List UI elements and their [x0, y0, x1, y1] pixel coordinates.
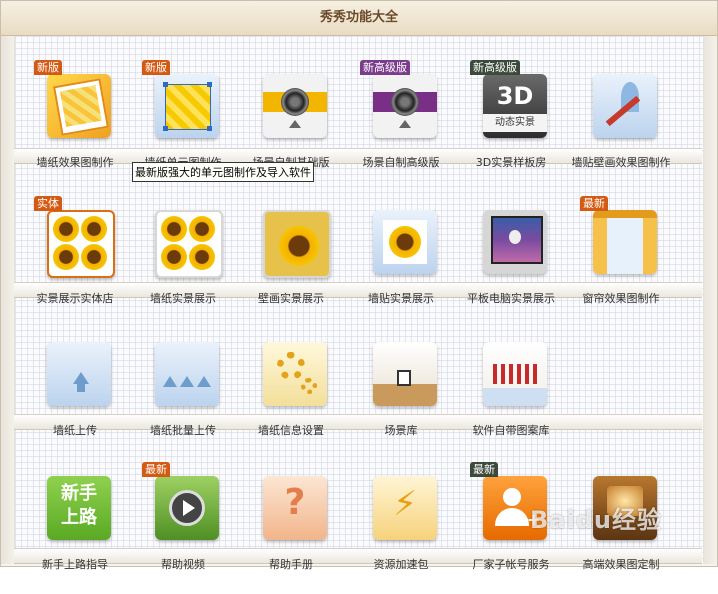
feature-label: 高端效果图定制: [582, 558, 660, 571]
feature-help-video[interactable]: 最新 帮助视频: [128, 462, 238, 594]
feature-store-display[interactable]: 实体 实景展示实体店: [20, 196, 130, 328]
scene-camera-basic-icon: [263, 74, 327, 138]
feature-label: 墙贴实景展示: [368, 292, 434, 305]
beginner-guide-icon: 新手上路: [47, 476, 111, 540]
wallpaper-unit-icon: [155, 74, 219, 138]
feature-tablet-display[interactable]: 平板电脑实景展示: [456, 210, 566, 328]
new-advanced-badge: 新高级版: [470, 60, 520, 75]
wallpaper-upload-icon: [47, 342, 111, 406]
store-display-icon: [47, 210, 115, 278]
mural-display-icon: [263, 210, 331, 278]
feature-wallpaper-effect[interactable]: 新版 墙纸效果图制作: [20, 60, 130, 192]
window-title: 秀秀功能大全: [319, 10, 398, 25]
feature-wallpaper-display[interactable]: 墙纸实景展示: [128, 210, 238, 328]
help-manual-icon: ?: [263, 476, 327, 540]
title-bar: 秀秀功能大全: [1, 1, 717, 36]
beginner-guide-text: 新手上路: [61, 483, 97, 528]
question-mark-glyph: ?: [284, 482, 306, 523]
feature-label: 软件自带图案库: [472, 424, 550, 437]
feature-label: 场景库: [384, 424, 418, 437]
feature-beginner-guide[interactable]: 新手上路 新手上路指导: [20, 476, 130, 594]
new-badge: 新版: [34, 60, 62, 75]
feature-help-manual[interactable]: ? 帮助手册: [236, 476, 346, 594]
scene-camera-advanced-icon: [373, 74, 437, 138]
curtain-effect-icon: [593, 210, 657, 274]
feature-label: 墙纸信息设置: [258, 424, 324, 437]
scene-library-icon: [373, 342, 437, 406]
feature-3d-showroom[interactable]: 新高级版 3D 动态实景 3D实景样板房: [456, 60, 566, 192]
pattern-library-icon: [483, 342, 547, 406]
feature-curtain-effect[interactable]: 最新 窗帘效果图制作: [566, 196, 676, 328]
wallpaper-display-icon: [155, 210, 223, 278]
feature-label: 场景自制高级版: [362, 156, 440, 169]
feature-label: 帮助手册: [269, 558, 313, 571]
feature-label: 墙贴壁画效果图制作: [571, 156, 671, 169]
help-video-icon: [155, 476, 219, 540]
tooltip: 最新版强大的单元图制作及导入软件: [132, 162, 314, 182]
latest-badge: 最新: [580, 196, 608, 211]
tablet-display-icon: [483, 210, 547, 274]
feature-label: 窗帘效果图制作: [582, 292, 660, 305]
feature-sticker-display[interactable]: 墙贴实景展示: [346, 210, 456, 328]
resource-boost-icon: ⚡: [373, 476, 437, 540]
feature-resource-boost[interactable]: ⚡ 资源加速包: [346, 476, 456, 594]
feature-premium-render[interactable]: 高端效果图定制: [566, 476, 676, 594]
feature-label: 厂家子帐号服务: [472, 558, 550, 571]
feature-label: 平板电脑实景展示: [467, 292, 555, 305]
feature-wall-mural[interactable]: 墙贴壁画效果图制作: [566, 74, 676, 192]
feature-wallpaper-settings[interactable]: 墙纸信息设置: [236, 342, 346, 460]
feature-sub-account[interactable]: 最新 + 厂家子帐号服务: [456, 462, 566, 594]
watermark: Baidu经验: [530, 506, 662, 534]
right-wall: [703, 36, 717, 564]
feature-mural-display[interactable]: 壁画实景展示: [236, 210, 346, 328]
wallpaper-effect-icon: [47, 74, 111, 138]
latest-badge: 最新: [142, 462, 170, 477]
3d-showroom-icon: 3D 动态实景: [483, 74, 547, 138]
feature-label: 壁画实景展示: [258, 292, 324, 305]
settings-gear-icon: [263, 342, 327, 406]
sticker-display-icon: [373, 210, 437, 274]
icon-3d-text: 3D: [496, 82, 534, 110]
entity-badge: 实体: [34, 196, 62, 211]
feature-label: 资源加速包: [373, 558, 429, 571]
new-badge: 新版: [142, 60, 170, 75]
batch-upload-icon: [155, 342, 219, 406]
wall-mural-icon: [593, 74, 657, 138]
feature-scene-advanced[interactable]: 新高级版 场景自制高级版: [346, 60, 456, 192]
icon-3d-subtext: 动态实景: [483, 114, 547, 132]
feature-pattern-library[interactable]: 软件自带图案库: [456, 342, 566, 460]
feature-wallpaper-upload[interactable]: 墙纸上传: [20, 342, 130, 460]
feature-scene-library[interactable]: 场景库: [346, 342, 456, 460]
new-advanced-badge: 新高级版: [360, 60, 410, 75]
feature-label: 3D实景样板房: [475, 156, 547, 169]
feature-batch-upload[interactable]: 墙纸批量上传: [128, 342, 238, 460]
latest-badge: 最新: [470, 462, 498, 477]
